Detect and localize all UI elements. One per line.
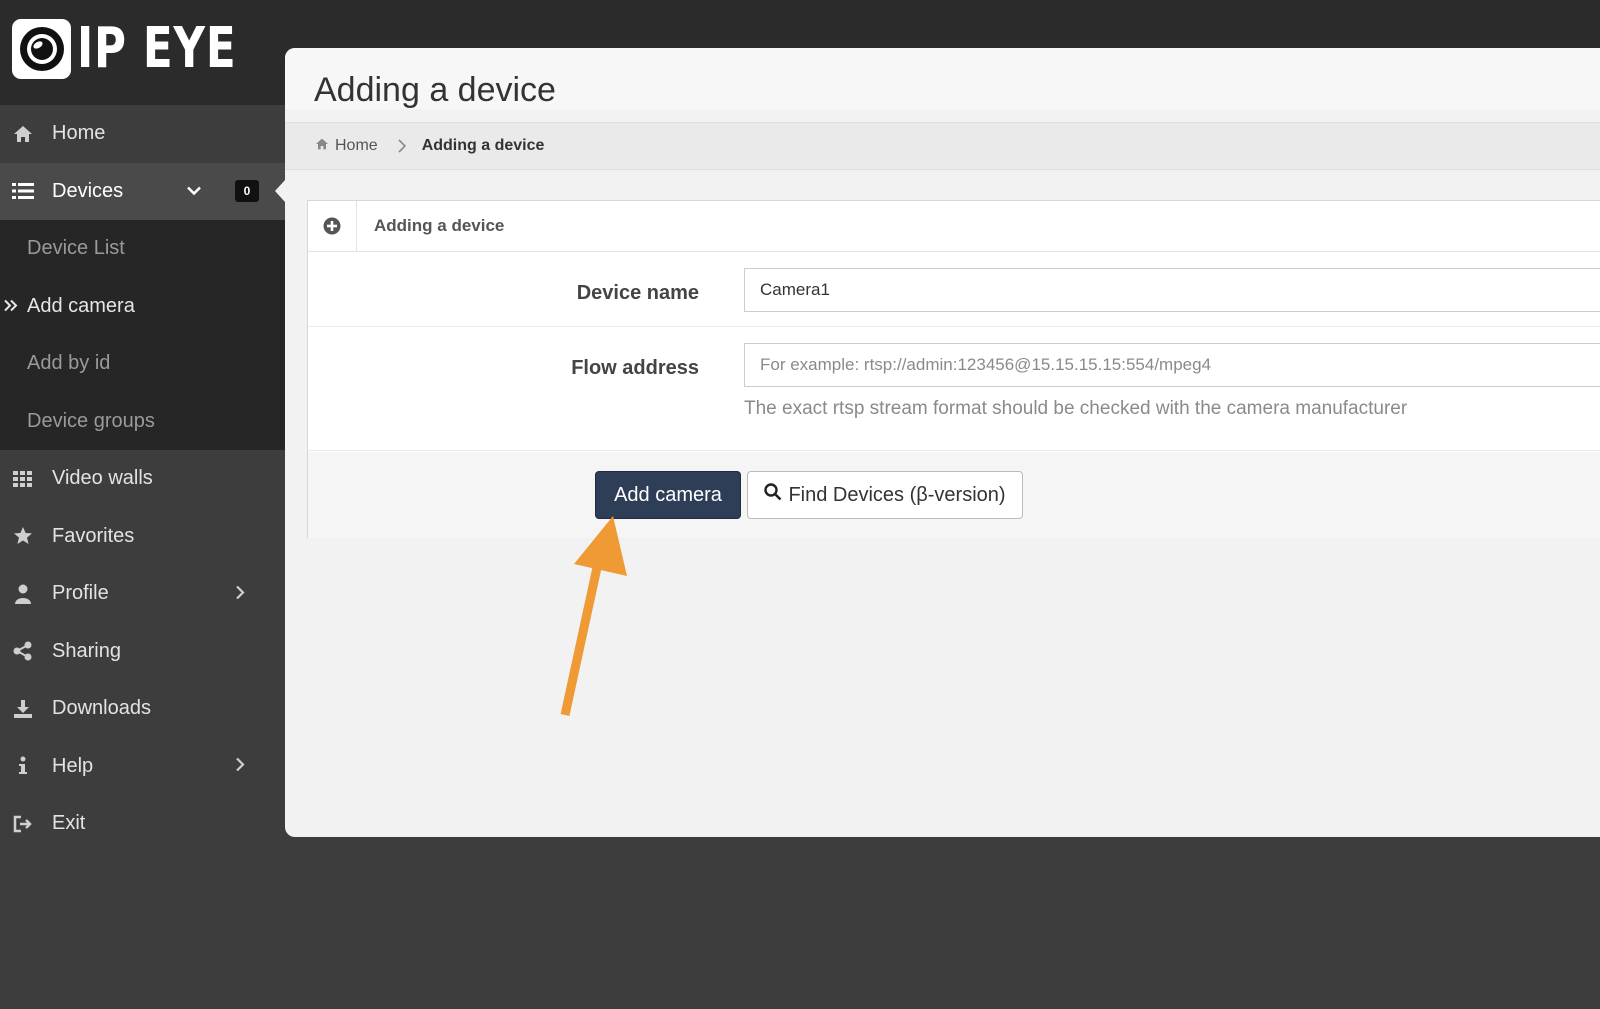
sidebar-item-profile[interactable]: Profile <box>0 565 285 623</box>
chevron-right-icon <box>235 582 245 605</box>
device-name-input[interactable] <box>744 268 1600 312</box>
sidebar-item-label: Home <box>52 122 106 145</box>
chevron-right-icon <box>398 139 406 153</box>
submenu-item-label: Device groups <box>27 409 155 432</box>
download-icon <box>12 698 34 720</box>
form-actions: Add camera Find Devices (β-version) <box>308 452 1600 538</box>
info-icon <box>12 755 34 777</box>
sidebar-item-label: Downloads <box>52 697 151 720</box>
plus-circle-icon <box>308 200 357 252</box>
sign-out-icon <box>12 813 34 835</box>
grid-icon <box>12 468 34 490</box>
flow-address-help: The exact rtsp stream format should be c… <box>744 398 1408 419</box>
sidebar-item-favorites[interactable]: Favorites <box>0 508 285 566</box>
device-name-label: Device name <box>576 282 699 304</box>
device-count-badge: 0 <box>235 180 259 203</box>
submenu-item-label: Add by id <box>27 352 111 375</box>
add-camera-button[interactable]: Add camera <box>595 471 741 519</box>
sidebar-item-downloads[interactable]: Downloads <box>0 680 285 738</box>
submenu-item-label: Add camera <box>27 294 135 317</box>
breadcrumb-home[interactable]: Home <box>315 137 378 155</box>
brand-logo[interactable]: IP EYE <box>12 18 281 80</box>
breadcrumb-home-label: Home <box>335 137 378 154</box>
sidebar-item-label: Video walls <box>52 467 153 490</box>
breadcrumb-current: Adding a device <box>421 137 545 154</box>
share-icon <box>12 640 34 662</box>
sidebar: Home Devices 0 Device List Add camera Ad… <box>0 105 285 1009</box>
devices-submenu: Device List Add camera Add by id Device … <box>0 220 285 450</box>
sidebar-item-label: Favorites <box>52 524 135 547</box>
submenu-item-device-groups[interactable]: Device groups <box>0 393 285 451</box>
home-icon <box>12 123 34 145</box>
sidebar-item-video-walls[interactable]: Video walls <box>0 450 285 508</box>
flow-address-input[interactable] <box>744 343 1600 387</box>
panel-header: Adding a device <box>308 200 1600 252</box>
chevron-down-icon <box>187 180 201 203</box>
flow-address-row: Flow address The exact rtsp stream forma… <box>308 327 1600 451</box>
sidebar-item-exit[interactable]: Exit <box>0 795 285 853</box>
panel-title: Adding a device <box>374 216 505 235</box>
submenu-item-device-list[interactable]: Device List <box>0 220 285 278</box>
sidebar-item-label: Help <box>52 754 94 777</box>
star-icon <box>12 525 34 547</box>
submenu-item-label: Device List <box>27 237 125 260</box>
breadcrumb: Home Adding a device <box>285 122 1600 170</box>
sidebar-item-label: Exit <box>52 812 86 835</box>
main-content: Adding a device Home Adding a device Add… <box>285 48 1600 837</box>
page-title: Adding a device <box>314 71 556 109</box>
active-pointer <box>275 180 285 203</box>
eye-logo-icon <box>12 19 71 79</box>
sidebar-item-label: Devices <box>52 179 124 202</box>
sidebar-item-devices[interactable]: Devices 0 <box>0 162 285 220</box>
sidebar-item-sharing[interactable]: Sharing <box>0 623 285 681</box>
submenu-item-add-camera[interactable]: Add camera <box>0 278 285 336</box>
flow-address-label: Flow address <box>571 357 699 379</box>
home-icon <box>315 137 329 155</box>
logo-text: IP EYE <box>77 16 237 81</box>
sidebar-item-label: Profile <box>52 582 109 605</box>
device-name-row: Device name <box>308 252 1600 327</box>
sidebar-item-help[interactable]: Help <box>0 738 285 796</box>
find-devices-label: Find Devices (β-version) <box>788 483 1006 506</box>
add-device-panel: Adding a device Device name Flow address… <box>307 200 1600 538</box>
search-icon <box>764 483 782 507</box>
submenu-item-add-by-id[interactable]: Add by id <box>0 335 285 393</box>
sidebar-item-home[interactable]: Home <box>0 105 285 163</box>
user-icon <box>12 583 34 605</box>
find-devices-button[interactable]: Find Devices (β-version) <box>747 471 1023 519</box>
list-icon <box>12 180 34 202</box>
sidebar-item-label: Sharing <box>52 639 121 662</box>
chevron-right-icon <box>235 755 245 778</box>
double-chevron-right-icon <box>4 295 18 318</box>
